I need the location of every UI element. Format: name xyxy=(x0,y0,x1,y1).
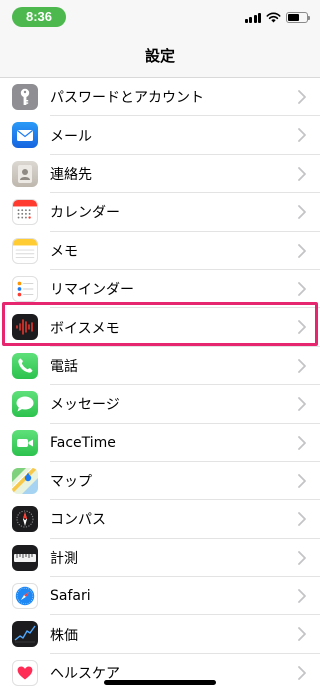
page-title: 設定 xyxy=(144,47,175,65)
settings-item-label: 株価 xyxy=(50,627,78,644)
settings-item-reminders[interactable]: リマインダー xyxy=(0,270,320,309)
status-time[interactable]: 8:36 xyxy=(12,7,66,27)
voice-memo-icon xyxy=(12,314,38,341)
chevron-right-icon xyxy=(298,205,306,220)
compass-icon xyxy=(12,506,38,533)
nav-bar: 設定 xyxy=(0,36,320,78)
chevron-right-icon xyxy=(298,474,306,488)
settings-item-mail[interactable]: メール xyxy=(0,116,320,156)
chevron-right-icon xyxy=(298,358,306,373)
settings-item-voice-memos[interactable]: ボイスメモ xyxy=(0,308,320,348)
chevron-right-icon xyxy=(298,128,306,143)
chevron-right-icon xyxy=(298,627,306,642)
settings-item-label: Safari xyxy=(50,588,91,605)
chevron-right-icon xyxy=(298,589,306,603)
chevron-right-icon xyxy=(298,243,306,258)
settings-item-label: ボイスメモ xyxy=(50,320,120,337)
key-icon xyxy=(12,84,38,110)
chevron-right-icon xyxy=(298,665,306,680)
signal-icon xyxy=(244,12,261,23)
settings-item-messages[interactable]: メッセージ xyxy=(0,385,320,424)
safari-icon xyxy=(12,583,38,610)
settings-item-label: メール xyxy=(50,128,92,145)
chevron-right-icon xyxy=(298,397,306,412)
chevron-right-icon xyxy=(298,435,306,450)
settings-item-label: リマインダー xyxy=(50,282,134,299)
settings-item-notes[interactable]: メモ xyxy=(0,232,320,271)
phone-icon xyxy=(12,352,38,379)
settings-item-phone[interactable]: 電話 xyxy=(0,347,320,386)
settings-item-label: パスワードとアカウント xyxy=(50,90,204,107)
battery-icon xyxy=(286,11,310,23)
chevron-right-icon xyxy=(298,550,306,565)
settings-item-maps[interactable]: マップ xyxy=(0,462,320,501)
video-camera-icon xyxy=(12,429,38,456)
message-bubble-icon xyxy=(12,391,38,418)
settings-item-label: メッセージ xyxy=(50,397,120,414)
chevron-right-icon xyxy=(298,282,306,296)
status-icons xyxy=(244,10,310,24)
settings-item-measure[interactable]: 計測 xyxy=(0,539,320,578)
stocks-icon xyxy=(12,621,38,648)
notes-icon xyxy=(12,237,38,264)
settings-item-facetime[interactable]: FaceTime xyxy=(0,424,320,463)
settings-item-passwords-accounts[interactable]: パスワードとアカウント xyxy=(0,78,320,117)
chevron-right-icon xyxy=(298,512,306,527)
settings-item-label: 連絡先 xyxy=(50,166,92,183)
maps-icon xyxy=(12,467,38,494)
home-indicator[interactable] xyxy=(104,680,216,685)
chevron-right-icon xyxy=(298,90,306,104)
settings-item-health[interactable]: ヘルスケア xyxy=(0,654,320,692)
status-bar: 8:36 xyxy=(0,0,320,36)
settings-item-label: メモ xyxy=(50,243,78,260)
chevron-right-icon xyxy=(298,320,306,335)
settings-item-safari[interactable]: Safari xyxy=(0,577,320,616)
reminders-icon xyxy=(12,275,38,302)
settings-item-label: カレンダー xyxy=(50,205,120,222)
calendar-icon xyxy=(12,199,38,226)
measure-icon xyxy=(12,544,38,571)
wifi-icon xyxy=(266,12,281,22)
settings-item-label: マップ xyxy=(50,474,92,491)
chevron-right-icon xyxy=(298,166,306,181)
settings-item-contacts[interactable]: 連絡先 xyxy=(0,155,320,194)
settings-item-label: コンパス xyxy=(50,512,106,529)
settings-item-calendar[interactable]: カレンダー xyxy=(0,193,320,232)
settings-item-label: 電話 xyxy=(50,358,78,375)
envelope-icon xyxy=(12,122,38,149)
health-heart-icon xyxy=(12,659,38,686)
settings-list: パスワードとアカウント メール 連絡先 カレンダー メモ リマインダー ボイスメ… xyxy=(0,78,320,692)
contacts-icon xyxy=(12,160,38,187)
settings-item-compass[interactable]: コンパス xyxy=(0,500,320,540)
settings-item-stocks[interactable]: 株価 xyxy=(0,615,320,655)
settings-item-label: 計測 xyxy=(50,550,78,567)
settings-item-label: FaceTime xyxy=(50,434,116,451)
